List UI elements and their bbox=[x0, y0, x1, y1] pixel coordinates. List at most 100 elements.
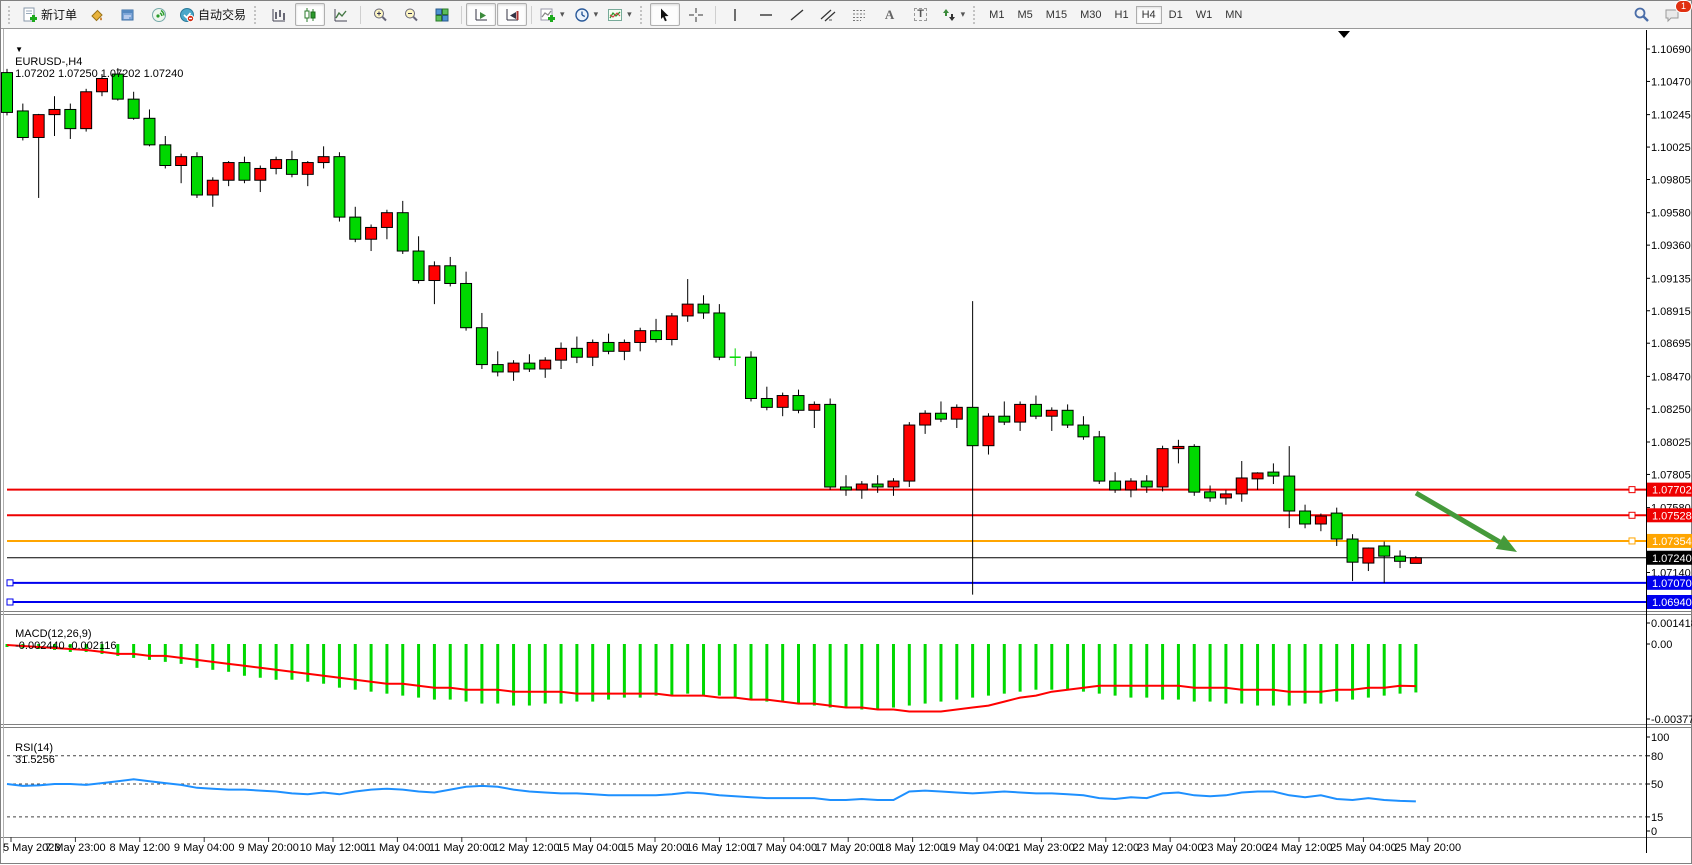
group-grip[interactable] bbox=[640, 6, 646, 24]
line-chart-mode-button[interactable] bbox=[326, 3, 356, 26]
cursor-tool-button[interactable] bbox=[650, 3, 680, 26]
arrows-tool-button[interactable]: ▾ bbox=[937, 3, 970, 26]
chevron-down-icon[interactable]: ▾ bbox=[627, 9, 632, 20]
horizontal-line-tool-button[interactable] bbox=[751, 3, 781, 26]
line-handle[interactable] bbox=[1629, 487, 1635, 493]
tab-timeframe-m15[interactable]: M15 bbox=[1040, 6, 1073, 24]
add-indicator-button[interactable]: ▾ bbox=[536, 3, 569, 26]
candle bbox=[761, 398, 772, 407]
candle bbox=[397, 213, 408, 251]
macd-label: MACD(12,26,9) bbox=[15, 628, 91, 640]
tile-windows-button[interactable] bbox=[427, 3, 457, 26]
candle bbox=[1395, 556, 1406, 561]
group-grip[interactable] bbox=[254, 6, 260, 24]
zoom-out-button[interactable] bbox=[396, 3, 426, 26]
svg-text:18 May 12:00: 18 May 12:00 bbox=[879, 842, 946, 854]
search-button[interactable] bbox=[1626, 3, 1656, 26]
tab-timeframe-h4[interactable]: H4 bbox=[1136, 6, 1162, 24]
chart-shift-button[interactable] bbox=[497, 3, 527, 26]
trendline-tool-button[interactable] bbox=[782, 3, 812, 26]
crosshair-tool-button[interactable] bbox=[681, 3, 711, 26]
candle bbox=[619, 342, 630, 351]
svg-text:21 May 23:00: 21 May 23:00 bbox=[1008, 842, 1075, 854]
svg-text:16 May 12:00: 16 May 12:00 bbox=[686, 842, 753, 854]
bar-chart-mode-button[interactable] bbox=[264, 3, 294, 26]
toolbar-grip[interactable] bbox=[8, 6, 14, 24]
candle bbox=[1078, 425, 1089, 437]
candle bbox=[1363, 548, 1374, 563]
notifications-button[interactable]: 1 bbox=[1657, 3, 1687, 26]
tab-timeframe-mn[interactable]: MN bbox=[1219, 6, 1248, 24]
vertical-line-tool-button[interactable] bbox=[720, 3, 750, 26]
tab-timeframe-m30[interactable]: M30 bbox=[1074, 6, 1107, 24]
chevron-down-icon[interactable]: ▾ bbox=[594, 9, 599, 20]
candle bbox=[381, 213, 392, 228]
candle bbox=[1015, 404, 1026, 422]
label-tool-button[interactable]: T bbox=[906, 3, 936, 26]
tab-timeframe-m1[interactable]: M1 bbox=[983, 6, 1010, 24]
candle bbox=[999, 416, 1010, 422]
candle bbox=[714, 313, 725, 357]
autotrading-button[interactable]: 自动交易 bbox=[175, 3, 250, 26]
group-grip[interactable] bbox=[973, 6, 979, 24]
line-handle[interactable] bbox=[7, 580, 13, 586]
candle bbox=[1205, 492, 1216, 498]
text-tool-button[interactable]: A bbox=[875, 3, 905, 26]
autotrading-label: 自动交易 bbox=[198, 6, 246, 23]
profiles-icon bbox=[120, 7, 136, 23]
candle bbox=[1141, 481, 1152, 487]
svg-text:17 May 20:00: 17 May 20:00 bbox=[815, 842, 882, 854]
signals-button[interactable] bbox=[144, 3, 174, 26]
candle bbox=[81, 92, 92, 129]
chevron-down-icon[interactable]: ▾ bbox=[560, 9, 565, 20]
fibonacci-icon bbox=[851, 7, 867, 23]
candle bbox=[318, 157, 329, 163]
auto-scroll-button[interactable] bbox=[466, 3, 496, 26]
svg-text:1.08915: 1.08915 bbox=[1651, 306, 1691, 318]
candle bbox=[1315, 516, 1326, 524]
svg-text:0.001418: 0.001418 bbox=[1651, 618, 1692, 630]
svg-text:1.07805: 1.07805 bbox=[1651, 469, 1691, 481]
tab-timeframe-m5[interactable]: M5 bbox=[1011, 6, 1038, 24]
line-handle[interactable] bbox=[1629, 538, 1635, 544]
label-tool-icon: T bbox=[914, 8, 927, 21]
zoom-in-button[interactable] bbox=[365, 3, 395, 26]
candle bbox=[33, 115, 44, 138]
candle bbox=[1331, 513, 1342, 539]
candle bbox=[255, 168, 266, 180]
separator bbox=[360, 6, 361, 24]
styles-button[interactable] bbox=[82, 3, 112, 26]
shift-marker[interactable] bbox=[1338, 31, 1350, 38]
collapse-icon[interactable]: ▼ bbox=[15, 45, 23, 54]
search-icon bbox=[1633, 6, 1650, 23]
channel-tool-button[interactable] bbox=[813, 3, 843, 26]
candle bbox=[286, 160, 297, 175]
chevron-down-icon[interactable]: ▾ bbox=[961, 9, 966, 20]
profiles-button[interactable] bbox=[113, 3, 143, 26]
rsi-value: 31.5256 bbox=[15, 754, 55, 766]
tab-timeframe-d1[interactable]: D1 bbox=[1163, 6, 1189, 24]
svg-text:19 May 04:00: 19 May 04:00 bbox=[944, 842, 1011, 854]
candle bbox=[508, 363, 519, 372]
svg-text:1.08250: 1.08250 bbox=[1651, 404, 1691, 416]
new-order-button[interactable]: 新订单 bbox=[18, 3, 81, 26]
svg-text:15 May 04:00: 15 May 04:00 bbox=[557, 842, 624, 854]
svg-text:80: 80 bbox=[1651, 751, 1663, 763]
rsi-panel bbox=[7, 756, 1646, 817]
candle bbox=[1220, 494, 1231, 498]
line-handle[interactable] bbox=[1629, 512, 1635, 518]
svg-text:9 May 04:00: 9 May 04:00 bbox=[174, 842, 235, 854]
periods-button[interactable]: ▾ bbox=[570, 3, 603, 26]
svg-text:1.10245: 1.10245 bbox=[1651, 110, 1691, 122]
templates-button[interactable]: ▾ bbox=[603, 3, 636, 26]
chart-canvas[interactable]: 1.106901.104701.102451.100251.098051.095… bbox=[1, 1, 1692, 865]
tab-timeframe-w1[interactable]: W1 bbox=[1190, 6, 1219, 24]
candlestick-mode-button[interactable] bbox=[295, 3, 325, 26]
fibonacci-tool-button[interactable] bbox=[844, 3, 874, 26]
auto-scroll-icon bbox=[473, 7, 489, 23]
arrows-icon bbox=[941, 7, 957, 23]
candle bbox=[825, 404, 836, 487]
tab-timeframe-h1[interactable]: H1 bbox=[1109, 6, 1135, 24]
line-handle[interactable] bbox=[7, 599, 13, 605]
candle bbox=[935, 413, 946, 419]
